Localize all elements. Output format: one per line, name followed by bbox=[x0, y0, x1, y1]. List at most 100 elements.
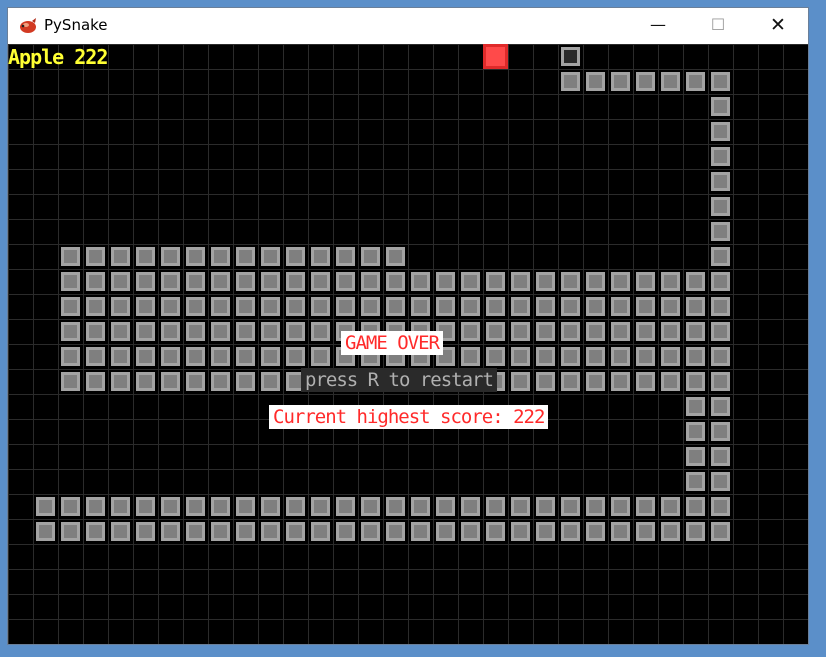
snake-segment bbox=[461, 272, 480, 291]
snake-segment bbox=[61, 247, 80, 266]
snake-segment bbox=[711, 147, 730, 166]
snake-segment bbox=[211, 272, 230, 291]
snake-segment bbox=[186, 322, 205, 341]
snake-segment bbox=[136, 297, 155, 316]
snake-segment bbox=[236, 247, 255, 266]
snake-segment bbox=[161, 297, 180, 316]
snake-segment bbox=[586, 497, 605, 516]
snake-segment bbox=[661, 72, 680, 91]
snake-segment bbox=[711, 247, 730, 266]
snake-segment bbox=[586, 72, 605, 91]
snake-segment bbox=[286, 522, 305, 541]
snake-segment bbox=[511, 522, 530, 541]
snake-segment bbox=[711, 397, 730, 416]
snake-segment bbox=[86, 322, 105, 341]
snake-segment bbox=[311, 272, 330, 291]
game-over-banner: GAME OVER bbox=[341, 331, 443, 355]
game-board[interactable]: Apple 222 GAME OVER press R to restart C… bbox=[8, 44, 808, 644]
snake-segment bbox=[561, 272, 580, 291]
snake-segment bbox=[336, 272, 355, 291]
snake-segment bbox=[61, 522, 80, 541]
snake-segment bbox=[161, 522, 180, 541]
snake-segment bbox=[711, 197, 730, 216]
snake-segment bbox=[386, 497, 405, 516]
snake-segment bbox=[61, 497, 80, 516]
snake-segment bbox=[86, 347, 105, 366]
snake-segment bbox=[636, 347, 655, 366]
snake-segment bbox=[711, 497, 730, 516]
snake-segment bbox=[436, 497, 455, 516]
snake-segment bbox=[186, 272, 205, 291]
snake-segment bbox=[411, 497, 430, 516]
snake-segment bbox=[236, 372, 255, 391]
restart-hint: press R to restart bbox=[301, 368, 497, 392]
snake-segment bbox=[461, 347, 480, 366]
snake-segment bbox=[636, 497, 655, 516]
snake-segment bbox=[686, 72, 705, 91]
snake-segment bbox=[411, 297, 430, 316]
snake-segment bbox=[711, 122, 730, 141]
snake-segment bbox=[686, 447, 705, 466]
maximize-button[interactable]: ☐ bbox=[688, 8, 748, 44]
snake-segment bbox=[711, 347, 730, 366]
snake-segment bbox=[686, 497, 705, 516]
snake-segment bbox=[186, 297, 205, 316]
snake-segment bbox=[136, 372, 155, 391]
snake-segment bbox=[161, 347, 180, 366]
snake-segment bbox=[161, 272, 180, 291]
snake-segment bbox=[436, 272, 455, 291]
snake-segment bbox=[286, 322, 305, 341]
snake-segment bbox=[686, 472, 705, 491]
snake-segment bbox=[286, 297, 305, 316]
snake-segment bbox=[136, 497, 155, 516]
snake-segment bbox=[536, 322, 555, 341]
snake-app-icon bbox=[20, 18, 36, 33]
snake-segment bbox=[436, 297, 455, 316]
snake-segment bbox=[486, 272, 505, 291]
snake-segment bbox=[411, 522, 430, 541]
snake-segment bbox=[61, 372, 80, 391]
snake-segment bbox=[361, 497, 380, 516]
snake-segment bbox=[311, 347, 330, 366]
snake-segment bbox=[711, 422, 730, 441]
snake-segment bbox=[311, 497, 330, 516]
snake-segment bbox=[86, 247, 105, 266]
snake-segment bbox=[636, 322, 655, 341]
snake-segment bbox=[586, 322, 605, 341]
title-bar[interactable]: PySnake — ☐ ✕ bbox=[8, 8, 808, 44]
apple-food bbox=[483, 44, 508, 69]
snake-segment bbox=[61, 322, 80, 341]
snake-segment bbox=[711, 222, 730, 241]
snake-segment bbox=[636, 272, 655, 291]
snake-segment bbox=[686, 522, 705, 541]
snake-segment bbox=[286, 347, 305, 366]
snake-segment bbox=[686, 347, 705, 366]
snake-segment bbox=[186, 347, 205, 366]
snake-segment bbox=[261, 347, 280, 366]
snake-segment bbox=[236, 322, 255, 341]
snake-segment bbox=[211, 347, 230, 366]
snake-segment bbox=[586, 297, 605, 316]
snake-segment bbox=[711, 272, 730, 291]
snake-segment bbox=[211, 322, 230, 341]
snake-segment bbox=[686, 397, 705, 416]
snake-segment bbox=[586, 372, 605, 391]
close-button[interactable]: ✕ bbox=[748, 8, 808, 44]
snake-segment bbox=[586, 347, 605, 366]
snake-segment bbox=[211, 522, 230, 541]
snake-segment bbox=[486, 347, 505, 366]
snake-segment bbox=[286, 497, 305, 516]
snake-segment bbox=[711, 322, 730, 341]
snake-segment bbox=[136, 272, 155, 291]
snake-segment bbox=[486, 322, 505, 341]
snake-segment bbox=[386, 272, 405, 291]
snake-segment bbox=[211, 372, 230, 391]
snake-segment bbox=[161, 372, 180, 391]
snake-segment bbox=[111, 272, 130, 291]
snake-segment bbox=[661, 297, 680, 316]
snake-segment bbox=[586, 272, 605, 291]
snake-segment bbox=[36, 497, 55, 516]
snake-segment bbox=[636, 297, 655, 316]
snake-segment bbox=[711, 372, 730, 391]
minimize-button[interactable]: — bbox=[628, 8, 688, 44]
